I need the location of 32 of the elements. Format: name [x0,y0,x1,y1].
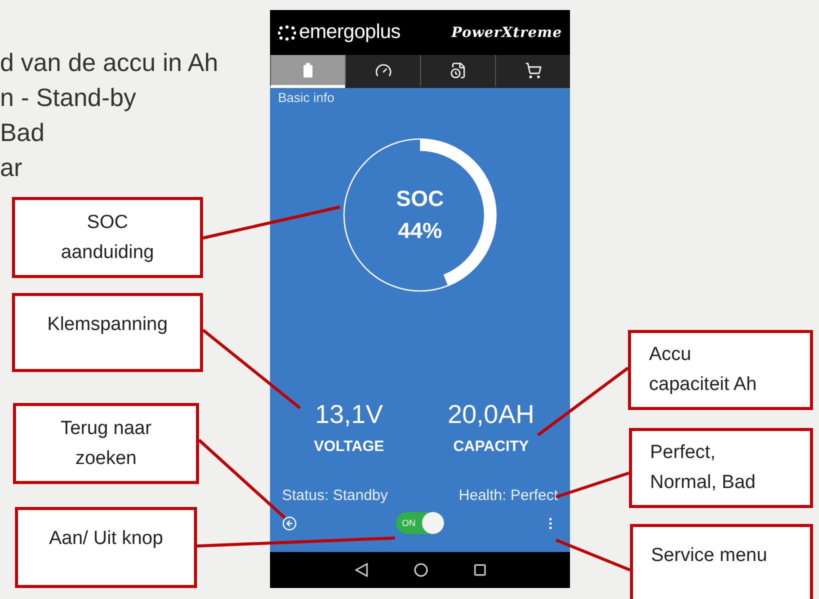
callout-text: Accu capaciteit Ah [649,343,757,397]
document-clock-icon [450,62,466,78]
cart-icon [524,62,542,78]
back-icon[interactable] [282,516,297,530]
callout-text: Terug naar zoeken [60,416,152,470]
status-text: Status: Standby [282,487,388,504]
callout-text: Klemspanning [47,313,168,337]
power-toggle[interactable]: ON [396,512,444,534]
reading-value: 13,1V [315,399,383,430]
callout-text: Service menu [651,544,768,568]
reading-label: VOLTAGE [314,438,384,455]
body-text-line: n - Stand-by [0,83,138,114]
back-triangle-icon[interactable] [354,563,368,577]
section-title: Basic info [278,90,334,105]
callout-text: Perfect, Normal, Bad [650,441,756,495]
callout-text: Aan/ Uit knop [48,527,164,551]
brand-name: emergoplus [299,21,401,44]
body-text-line: d van de accu in Ah [0,48,220,79]
callout-text: SOC aanduiding [61,210,154,264]
product-name: PowerXtreme [451,24,562,40]
reading-label: CAPACITY [453,438,529,455]
soc-value: 44% [398,218,442,244]
body-text-line: ar [0,153,24,184]
soc-label: SOC [396,186,444,212]
home-circle-icon[interactable] [414,563,428,577]
body-text-line: Bad [0,118,46,149]
logo-icon [278,24,296,40]
gauge-icon [374,62,392,78]
health-text: Health: Perfect [458,487,558,504]
square-icon[interactable] [474,564,486,576]
battery-icon [303,62,313,78]
reading-value: 20,0AH [448,399,534,430]
